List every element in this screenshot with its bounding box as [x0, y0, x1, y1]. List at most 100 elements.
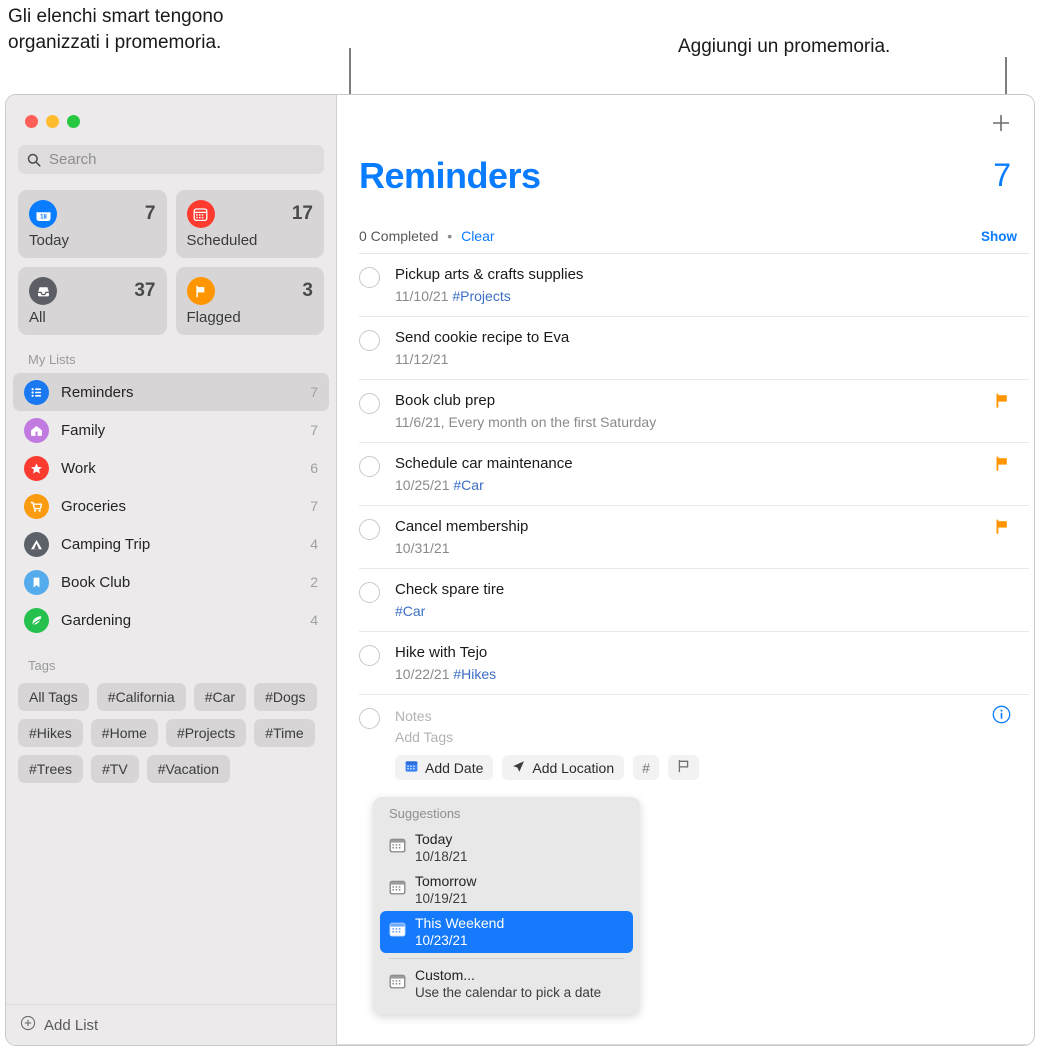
sidebar-item-work[interactable]: Work 6 — [13, 449, 329, 487]
flag-toggle-button[interactable] — [667, 755, 699, 780]
add-list-button[interactable]: Add List — [6, 1004, 336, 1045]
my-lists: Reminders 7 Family 7 Work 6 Groceries 7 … — [6, 373, 336, 639]
tag-vacation[interactable]: #Vacation — [146, 755, 230, 783]
completed-text: 0 Completed — [359, 228, 439, 244]
table-row[interactable]: Pickup arts & crafts supplies 11/10/21 #… — [359, 253, 1029, 316]
complete-circle[interactable] — [359, 519, 380, 540]
smart-list-count: 17 — [291, 203, 313, 224]
calendar-today-icon: 18 — [29, 200, 57, 228]
tag-home[interactable]: #Home — [90, 719, 158, 747]
reminder-subtitle: 11/10/21 #Projects — [395, 286, 1029, 306]
new-reminder-editor[interactable]: Notes Add Tags Add Date Add Location # — [359, 694, 1029, 812]
sidebar-item-label: Book Club — [61, 573, 131, 591]
info-circle-icon[interactable] — [992, 705, 1011, 729]
tag-california[interactable]: #California — [96, 683, 186, 711]
search-placeholder: Search — [49, 151, 97, 168]
add-reminder-button[interactable] — [990, 112, 1012, 134]
add-tags-field[interactable]: Add Tags — [395, 727, 1029, 748]
reminder-content: Schedule car maintenance 10/25/21 #Car — [395, 454, 1029, 495]
tag-hikes[interactable]: #Hikes — [18, 719, 83, 747]
search-field[interactable]: Search — [18, 145, 324, 174]
reminder-title: Pickup arts & crafts supplies — [395, 266, 584, 283]
add-location-button[interactable]: Add Location — [502, 755, 625, 780]
flag-icon[interactable] — [995, 456, 1009, 476]
add-date-button[interactable]: Add Date — [395, 755, 494, 780]
minimize-button[interactable] — [46, 115, 59, 128]
sidebar-item-gardening[interactable]: Gardening 4 — [13, 601, 329, 639]
calendar-icon — [389, 973, 406, 995]
tag-car[interactable]: #Car — [193, 683, 247, 711]
smart-list-count: 37 — [134, 280, 156, 301]
sub-toolbar: 0 Completed • Clear Show — [359, 228, 1017, 244]
reminder-tag[interactable]: #Car — [395, 603, 425, 619]
table-row[interactable]: Book club prep 11/6/21, Every month on t… — [359, 379, 1029, 442]
reminder-date: 10/25/21 — [395, 477, 450, 493]
reminder-title: Book club prep — [395, 392, 496, 409]
complete-circle[interactable] — [359, 267, 380, 288]
notes-field[interactable]: Notes — [395, 706, 1029, 727]
sidebar-item-book-club[interactable]: Book Club 2 — [13, 563, 329, 601]
show-button[interactable]: Show — [981, 229, 1017, 244]
smart-list-today[interactable]: 18 7 Today — [18, 190, 167, 258]
plus-circle-icon — [20, 1015, 36, 1035]
flag-icon[interactable] — [995, 519, 1009, 539]
table-row[interactable]: Schedule car maintenance 10/25/21 #Car — [359, 442, 1029, 505]
add-date-label: Add Date — [425, 759, 484, 776]
suggestion-text: Custom... Use the calendar to pick a dat… — [415, 967, 601, 1001]
close-button[interactable] — [25, 115, 38, 128]
suggestion-text: This Weekend 10/23/21 — [415, 915, 504, 949]
smart-list-flagged[interactable]: 3 Flagged — [175, 267, 324, 335]
calendar-icon — [405, 760, 418, 776]
smart-list-label: Scheduled — [186, 232, 258, 249]
table-row[interactable]: Send cookie recipe to Eva 11/12/21 — [359, 316, 1029, 379]
location-arrow-icon — [512, 760, 525, 776]
smart-lists-grid: 18 7 Today 17 Scheduled 37 All 3 Flagged — [6, 174, 336, 335]
table-row[interactable]: Cancel membership 10/31/21 — [359, 505, 1029, 568]
editor-fields: Notes Add Tags Add Date Add Location # — [395, 706, 1029, 802]
add-location-label: Add Location — [532, 759, 615, 776]
suggestion-this-weekend[interactable]: This Weekend 10/23/21 — [380, 911, 633, 953]
complete-circle[interactable] — [359, 582, 380, 603]
sidebar-item-family[interactable]: Family 7 — [13, 411, 329, 449]
tag-time[interactable]: #Time — [254, 719, 315, 747]
zoom-button[interactable] — [67, 115, 80, 128]
table-row[interactable]: Check spare tire #Car — [359, 568, 1029, 631]
reminder-content: Pickup arts & crafts supplies 11/10/21 #… — [395, 265, 1029, 306]
smart-list-all[interactable]: 37 All — [18, 267, 167, 335]
complete-circle[interactable] — [359, 330, 380, 351]
complete-circle[interactable] — [359, 645, 380, 666]
table-row[interactable]: Hike with Tejo 10/22/21 #Hikes — [359, 631, 1029, 694]
suggestion-tomorrow[interactable]: Tomorrow 10/19/21 — [380, 869, 633, 911]
leaf-icon — [24, 607, 49, 633]
complete-circle[interactable] — [359, 708, 380, 729]
smart-list-label: Flagged — [186, 309, 241, 326]
suggestion-custom[interactable]: Custom... Use the calendar to pick a dat… — [380, 963, 633, 1005]
window-traffic-lights — [6, 95, 336, 128]
tag-all-tags[interactable]: All Tags — [18, 683, 89, 711]
reminder-tag[interactable]: #Hikes — [453, 666, 496, 682]
editor-chip-row: Add Date Add Location # — [395, 755, 1029, 780]
tag-tv[interactable]: #TV — [91, 755, 139, 783]
sidebar-item-groceries[interactable]: Groceries 7 — [13, 487, 329, 525]
tag-projects[interactable]: #Projects — [165, 719, 247, 747]
svg-text:18: 18 — [40, 214, 47, 220]
flag-outline-icon — [677, 759, 690, 776]
flag-icon[interactable] — [995, 393, 1009, 413]
reminder-tag[interactable]: #Projects — [452, 288, 510, 304]
clear-button[interactable]: Clear — [461, 228, 494, 244]
sidebar-item-camping-trip[interactable]: Camping Trip 4 — [13, 525, 329, 563]
complete-circle[interactable] — [359, 456, 380, 477]
suggestion-today[interactable]: Today 10/18/21 — [380, 827, 633, 869]
suggestions-header: Suggestions — [389, 806, 461, 821]
complete-circle[interactable] — [359, 393, 380, 414]
sidebar-item-reminders[interactable]: Reminders 7 — [13, 373, 329, 411]
sidebar-item-count: 7 — [310, 384, 318, 400]
reminder-content: Book club prep 11/6/21, Every month on t… — [395, 391, 1029, 432]
reminder-tag[interactable]: #Car — [453, 477, 483, 493]
tag-trees[interactable]: #Trees — [18, 755, 84, 783]
reminder-title: Send cookie recipe to Eva — [395, 329, 570, 346]
separator-dot: • — [447, 228, 453, 244]
smart-list-scheduled[interactable]: 17 Scheduled — [175, 190, 324, 258]
add-tag-button[interactable]: # — [633, 755, 659, 780]
tag-dogs[interactable]: #Dogs — [254, 683, 317, 711]
